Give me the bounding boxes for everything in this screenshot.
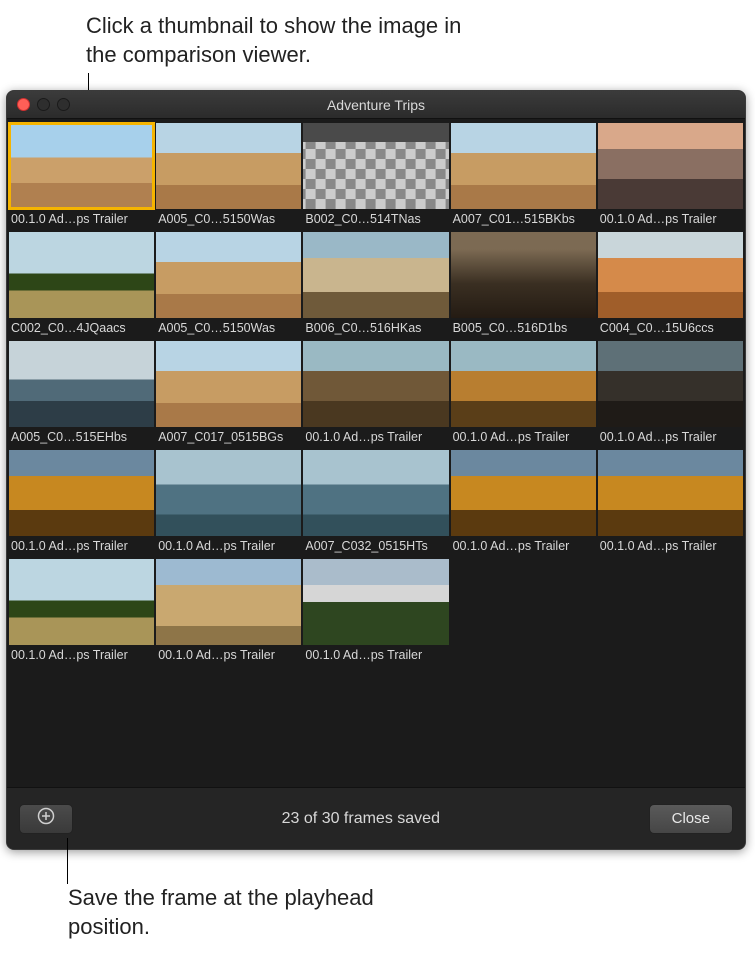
thumbnail-grid: 00.1.0 Ad…ps TrailerA005_C0…5150WasB002_…	[7, 119, 745, 787]
thumbnail-label: 00.1.0 Ad…ps Trailer	[451, 536, 596, 557]
thumbnail[interactable]: 00.1.0 Ad…ps Trailer	[9, 123, 154, 230]
thumbnail[interactable]: A007_C017_0515BGs	[156, 341, 301, 448]
thumbnail-image	[9, 559, 154, 645]
thumbnail-label: A005_C0…515EHbs	[9, 427, 154, 448]
thumbnail-image	[598, 450, 743, 536]
annotation-bottom: Save the frame at the playhead position.	[68, 884, 388, 941]
thumbnail[interactable]: 00.1.0 Ad…ps Trailer	[156, 559, 301, 666]
close-button[interactable]: Close	[649, 804, 733, 834]
thumbnail-image	[303, 232, 448, 318]
thumbnail[interactable]: A005_C0…515EHbs	[9, 341, 154, 448]
thumbnail-image	[9, 341, 154, 427]
thumbnail-label: 00.1.0 Ad…ps Trailer	[303, 645, 448, 666]
thumbnail-label: B006_C0…516HKas	[303, 318, 448, 339]
thumbnail[interactable]: 00.1.0 Ad…ps Trailer	[303, 341, 448, 448]
thumbnail[interactable]: 00.1.0 Ad…ps Trailer	[156, 450, 301, 557]
thumbnail-image	[9, 232, 154, 318]
plus-icon	[37, 807, 55, 830]
thumbnail-label: 00.1.0 Ad…ps Trailer	[598, 209, 743, 230]
thumbnail-label: 00.1.0 Ad…ps Trailer	[9, 645, 154, 666]
thumbnail[interactable]: 00.1.0 Ad…ps Trailer	[9, 559, 154, 666]
thumbnail-label: A005_C0…5150Was	[156, 318, 301, 339]
thumbnail-label: A007_C017_0515BGs	[156, 427, 301, 448]
thumbnail-label: 00.1.0 Ad…ps Trailer	[451, 427, 596, 448]
thumbnail-label: 00.1.0 Ad…ps Trailer	[156, 536, 301, 557]
thumbnail[interactable]: 00.1.0 Ad…ps Trailer	[303, 559, 448, 666]
thumbnail[interactable]: C002_C0…4JQaacs	[9, 232, 154, 339]
thumbnail[interactable]: 00.1.0 Ad…ps Trailer	[598, 341, 743, 448]
close-button-label: Close	[672, 810, 710, 827]
thumbnail-image	[451, 450, 596, 536]
frame-browser-window: Adventure Trips 00.1.0 Ad…ps TrailerA005…	[6, 90, 746, 850]
thumbnail[interactable]: C004_C0…15U6ccs	[598, 232, 743, 339]
thumbnail-image	[303, 559, 448, 645]
annotation-top: Click a thumbnail to show the image in t…	[86, 12, 486, 69]
thumbnail-label: 00.1.0 Ad…ps Trailer	[303, 427, 448, 448]
thumbnail-image	[303, 450, 448, 536]
window-minimize-button[interactable]	[37, 98, 50, 111]
thumbnail-image	[156, 232, 301, 318]
thumbnail[interactable]: 00.1.0 Ad…ps Trailer	[451, 450, 596, 557]
thumbnail-image	[303, 123, 448, 209]
thumbnail[interactable]: 00.1.0 Ad…ps Trailer	[451, 341, 596, 448]
thumbnail-label: A007_C032_0515HTs	[303, 536, 448, 557]
thumbnail-label: 00.1.0 Ad…ps Trailer	[156, 645, 301, 666]
thumbnail-image	[156, 450, 301, 536]
thumbnail-image	[451, 232, 596, 318]
thumbnail-label: 00.1.0 Ad…ps Trailer	[9, 209, 154, 230]
thumbnail-label: C004_C0…15U6ccs	[598, 318, 743, 339]
thumbnail[interactable]: B006_C0…516HKas	[303, 232, 448, 339]
thumbnail-image	[156, 123, 301, 209]
thumbnail-image	[9, 123, 154, 209]
thumbnail[interactable]: A005_C0…5150Was	[156, 232, 301, 339]
thumbnail-label: A007_C01…515BKbs	[451, 209, 596, 230]
thumbnail-image	[9, 450, 154, 536]
thumbnail[interactable]: B002_C0…514TNas	[303, 123, 448, 230]
thumbnail-image	[451, 123, 596, 209]
window-footer: 23 of 30 frames saved Close	[7, 787, 745, 849]
thumbnail-image	[303, 341, 448, 427]
thumbnail-label: A005_C0…5150Was	[156, 209, 301, 230]
thumbnail-image	[451, 341, 596, 427]
status-text: 23 of 30 frames saved	[73, 810, 649, 828]
thumbnail[interactable]: 00.1.0 Ad…ps Trailer	[9, 450, 154, 557]
thumbnail[interactable]: B005_C0…516D1bs	[451, 232, 596, 339]
thumbnail-image	[156, 559, 301, 645]
thumbnail[interactable]: A007_C01…515BKbs	[451, 123, 596, 230]
thumbnail-label: C002_C0…4JQaacs	[9, 318, 154, 339]
thumbnail[interactable]: A005_C0…5150Was	[156, 123, 301, 230]
thumbnail-image	[598, 232, 743, 318]
thumbnail-image	[598, 341, 743, 427]
callout-line-bottom	[67, 838, 68, 884]
thumbnail-label: 00.1.0 Ad…ps Trailer	[598, 536, 743, 557]
window-close-button[interactable]	[17, 98, 30, 111]
thumbnail-label: 00.1.0 Ad…ps Trailer	[598, 427, 743, 448]
thumbnail-label: B002_C0…514TNas	[303, 209, 448, 230]
thumbnail[interactable]: 00.1.0 Ad…ps Trailer	[598, 123, 743, 230]
thumbnail-image	[156, 341, 301, 427]
add-frame-button[interactable]	[19, 804, 73, 834]
window-title: Adventure Trips	[7, 97, 745, 113]
thumbnail[interactable]: A007_C032_0515HTs	[303, 450, 448, 557]
thumbnail[interactable]: 00.1.0 Ad…ps Trailer	[598, 450, 743, 557]
thumbnail-image	[598, 123, 743, 209]
thumbnail-label: 00.1.0 Ad…ps Trailer	[9, 536, 154, 557]
traffic-light-buttons	[17, 98, 70, 111]
thumbnail-label: B005_C0…516D1bs	[451, 318, 596, 339]
window-titlebar: Adventure Trips	[7, 91, 745, 119]
window-zoom-button[interactable]	[57, 98, 70, 111]
